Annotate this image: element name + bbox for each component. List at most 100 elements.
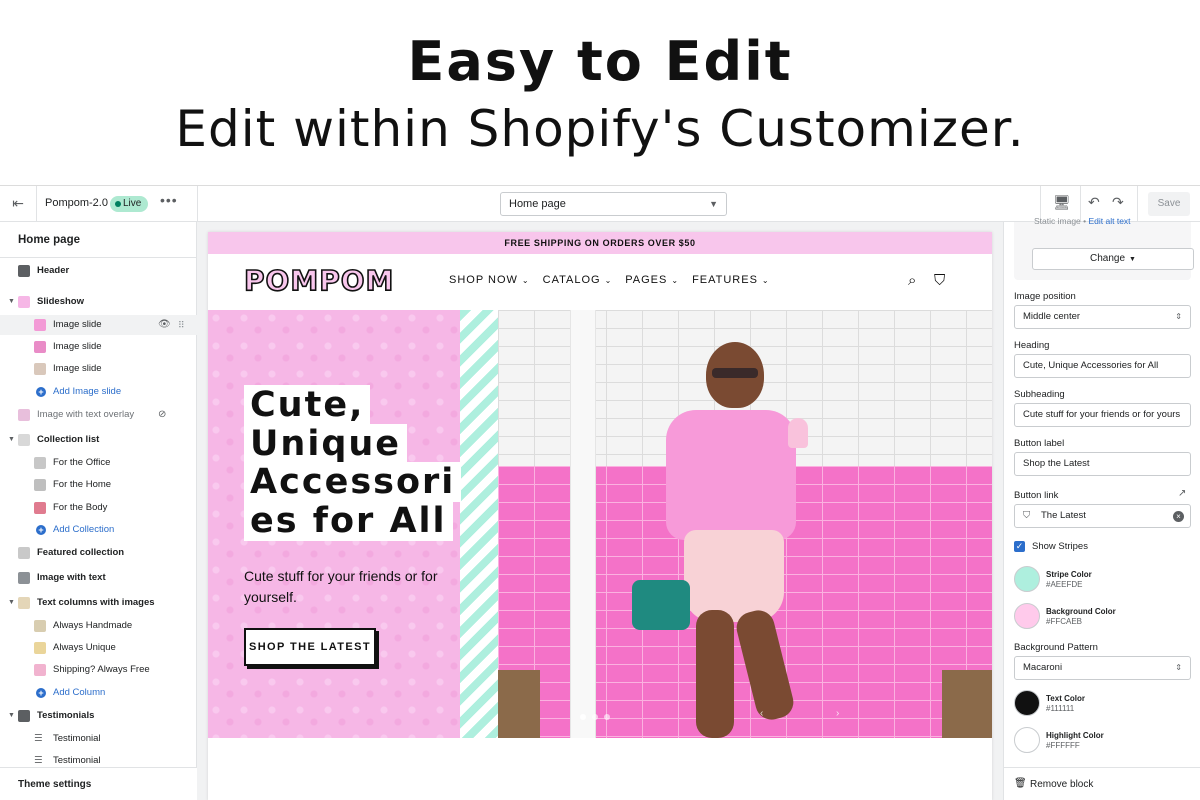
subheading-input[interactable]: Cute stuff for your friends or for yours (1014, 403, 1191, 427)
page-select-value: Home page (509, 198, 566, 210)
block-image-slide[interactable]: Image slide (0, 359, 197, 379)
block-column[interactable]: Shipping? Always Free (0, 660, 197, 680)
highlight-color-swatch[interactable] (1014, 727, 1040, 753)
plus-icon: + (36, 688, 46, 698)
section-label: Slideshow (37, 296, 84, 307)
block-label: Image slide (53, 363, 102, 374)
block-collection[interactable]: For the Body (0, 498, 197, 518)
hero-heading-line: Cute, (244, 385, 371, 425)
store-header: POMPOM SHOP NOW ⌄ CATALOG ⌄ PAGES ⌄ FEATURE… (208, 254, 992, 310)
add-column-button[interactable]: + Add Column (0, 683, 197, 703)
button-label-label: Button label (1014, 438, 1065, 449)
section-slideshow[interactable]: ▼ Slideshow (0, 292, 197, 312)
chevron-left-icon[interactable]: ‹ (760, 708, 763, 719)
theme-editor: ⇤ Pompom-2.0 Live ••• Home page ▼ 🖥 ↶ ↷ … (0, 185, 1200, 800)
hero-photo: ‹ › (498, 310, 992, 738)
background-pattern-select[interactable]: Macaroni ⇕ (1014, 656, 1191, 680)
save-button[interactable]: Save (1148, 192, 1190, 216)
block-column[interactable]: Always Unique (0, 638, 197, 658)
section-image-with-text[interactable]: Image with text (0, 568, 197, 588)
more-actions-icon[interactable]: ••• (160, 192, 178, 208)
plus-icon: + (36, 525, 46, 535)
tag-icon: ⛉ (1023, 510, 1031, 521)
shop-the-latest-button[interactable]: SHOP THE LATEST (244, 628, 376, 666)
slide-dot[interactable] (604, 714, 610, 720)
drag-handle-icon[interactable]: ⠿ (178, 315, 185, 335)
section-thumbnail (18, 409, 30, 421)
section-image-with-text-overlay[interactable]: Image with text overlay ⊘ (0, 405, 197, 425)
select-arrows-icon: ⇕ (1175, 312, 1182, 321)
heading-input[interactable]: Cute, Unique Accessories for All (1014, 354, 1191, 378)
ice-cream-cone (788, 418, 808, 448)
button-label-input[interactable]: Shop the Latest (1014, 452, 1191, 476)
nav-label: FEATURES (692, 274, 758, 286)
theme-name: Pompom-2.0 (45, 197, 108, 209)
image-meta-label: Static image (1034, 216, 1081, 226)
section-header[interactable]: Header (0, 261, 197, 281)
block-label: For the Home (53, 479, 112, 490)
nav-features[interactable]: FEATURES ⌄ (692, 274, 770, 286)
add-collection-button[interactable]: + Add Collection (0, 520, 197, 540)
nav-label: PAGES (625, 274, 668, 286)
block-label: Always Handmade (53, 620, 133, 631)
eye-icon[interactable]: 👁 (158, 315, 171, 335)
chevron-down-icon: ▼ (8, 599, 15, 606)
undo-icon[interactable]: ↶ (1088, 194, 1100, 211)
divider (197, 186, 198, 222)
search-icon[interactable]: ⌕ (908, 272, 916, 289)
eye-hidden-icon[interactable]: ⊘ (158, 405, 166, 425)
text-color-swatch[interactable] (1014, 690, 1040, 716)
block-testimonial[interactable]: ☰ Testimonial (0, 729, 197, 749)
block-collection[interactable]: For the Office (0, 453, 197, 473)
nav-catalog[interactable]: CATALOG ⌄ (543, 274, 613, 286)
add-label: Add Collection (53, 524, 115, 535)
wooden-crate (498, 670, 540, 738)
button-link-field[interactable]: ⛉ The Latest × (1014, 504, 1191, 528)
select-value: Middle center (1023, 311, 1081, 322)
background-color-swatch[interactable] (1014, 603, 1040, 629)
change-image-button[interactable]: Change ▼ (1032, 248, 1194, 270)
block-image-slide[interactable]: Image slide (0, 337, 197, 357)
nav-pages[interactable]: PAGES ⌄ (625, 274, 679, 286)
block-column[interactable]: Always Handmade (0, 616, 197, 636)
divider (36, 186, 37, 222)
image-position-select[interactable]: Middle center ⇕ (1014, 305, 1191, 329)
redo-icon[interactable]: ↷ (1112, 194, 1124, 211)
page-select[interactable]: Home page ▼ (500, 192, 727, 216)
highlight-color-hex: #FFFFFF (1046, 741, 1080, 750)
section-label: Testimonials (37, 710, 95, 721)
pink-sweatshirt (666, 410, 796, 540)
section-text-columns[interactable]: ▼ Text columns with images (0, 593, 197, 613)
section-collection-list[interactable]: ▼ Collection list (0, 430, 197, 450)
show-stripes-checkbox[interactable]: ✓ (1014, 541, 1025, 552)
remove-block-button[interactable]: 🗑 Remove block (1004, 767, 1200, 800)
cart-icon[interactable]: ⛉ (934, 272, 945, 289)
exit-icon[interactable]: ⇤ (10, 195, 26, 211)
block-label: Image slide (53, 341, 102, 352)
block-collection[interactable]: For the Home (0, 475, 197, 495)
column-thumbnail (34, 642, 46, 654)
leg (696, 610, 734, 738)
hero-stripes (460, 310, 498, 738)
desktop-view-icon[interactable]: 🖥 (1053, 194, 1071, 211)
slide-dots (580, 714, 610, 720)
external-link-icon[interactable]: ↗ (1178, 488, 1186, 499)
nav-shop-now[interactable]: SHOP NOW ⌄ (449, 274, 530, 286)
edit-alt-text-link[interactable]: Edit alt text (1088, 216, 1130, 226)
image-picker-card: Static image • Edit alt text Change ▼ (1014, 216, 1194, 280)
store-logo[interactable]: POMPOM (243, 263, 394, 298)
theme-settings-button[interactable]: Theme settings (0, 767, 197, 800)
add-image-slide-button[interactable]: + Add Image slide (0, 382, 197, 402)
collection-thumbnail (34, 502, 46, 514)
section-featured-collection[interactable]: Featured collection (0, 543, 197, 563)
clear-link-icon[interactable]: × (1173, 511, 1184, 522)
chevron-right-icon[interactable]: › (836, 708, 839, 719)
section-testimonials[interactable]: ▼ Testimonials (0, 706, 197, 726)
trash-icon: 🗑 (1014, 778, 1027, 789)
column-thumbnail (34, 620, 46, 632)
divider (0, 257, 197, 258)
slide-dot[interactable] (592, 714, 598, 720)
block-image-slide[interactable]: Image slide 👁 ⠿ (0, 315, 197, 335)
stripe-color-swatch[interactable] (1014, 566, 1040, 592)
slide-dot-active[interactable] (580, 714, 586, 720)
